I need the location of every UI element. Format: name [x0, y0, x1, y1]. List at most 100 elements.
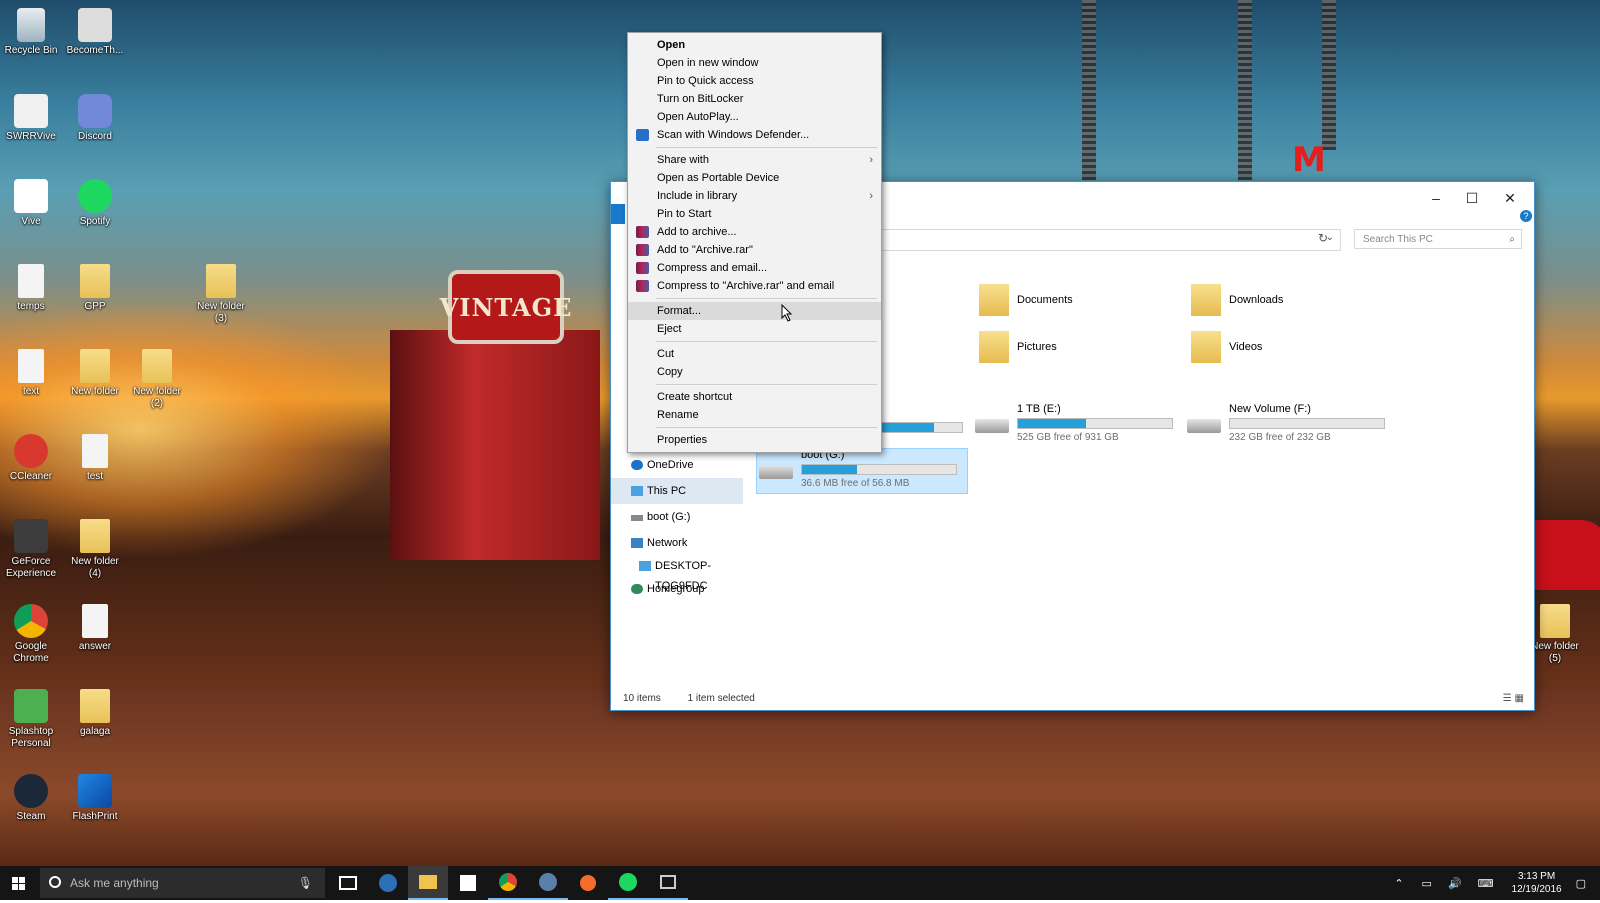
maximize-button[interactable]: ☐: [1457, 188, 1487, 208]
menu-item-copy[interactable]: Copy: [628, 363, 881, 381]
menu-item-compress-email[interactable]: Compress and email...: [628, 259, 881, 277]
taskbar-app-origin[interactable]: [568, 866, 608, 900]
menu-item-eject[interactable]: Eject: [628, 320, 881, 338]
nav-item-boot-g[interactable]: boot (G:): [611, 504, 743, 530]
details-view-icon[interactable]: ☰: [1503, 693, 1512, 704]
desktop-icon-spotify[interactable]: Spotify: [64, 179, 126, 228]
chevron-right-icon: ›: [869, 154, 873, 166]
desktop-icon-gpp[interactable]: GPP: [64, 264, 126, 313]
desktop-icon-geforce[interactable]: GeForce Experience: [0, 519, 62, 580]
menu-item-cut[interactable]: Cut: [628, 345, 881, 363]
menu-item-format[interactable]: Format...: [628, 302, 881, 320]
menu-item-add-archive[interactable]: Add to archive...: [628, 223, 881, 241]
desktop-icon-new-folder[interactable]: New folder: [64, 349, 126, 398]
taskbar-app-edge[interactable]: [368, 866, 408, 900]
desktop-icon-label: Recycle Bin: [4, 45, 58, 56]
context-menu: Open Open in new window Pin to Quick acc…: [627, 32, 882, 453]
desktop-icon-answer[interactable]: answer: [64, 604, 126, 653]
cortana-search-box[interactable]: Ask me anything 🎙: [40, 868, 325, 898]
menu-item-pin-quick-access[interactable]: Pin to Quick access: [628, 72, 881, 90]
wallpaper-vintage-sign: VINTAGE: [440, 270, 571, 344]
desktop-icon-steam[interactable]: Steam: [0, 774, 62, 823]
flashprint-icon: [78, 774, 112, 808]
menu-item-bitlocker[interactable]: Turn on BitLocker: [628, 90, 881, 108]
menu-item-include-library[interactable]: Include in library ›: [628, 187, 881, 205]
minimize-button[interactable]: –: [1421, 188, 1451, 208]
start-button[interactable]: [0, 866, 38, 900]
view-toggle: ☰ ▦: [1503, 693, 1524, 704]
folder-pictures[interactable]: Pictures: [979, 329, 1179, 369]
desktop-icon-new-folder-2[interactable]: New folder (2): [126, 349, 188, 410]
chrome-icon: [14, 604, 48, 638]
desktop-icon-recycle-bin[interactable]: Recycle Bin: [0, 8, 62, 57]
explorer-file-tab[interactable]: [611, 204, 625, 224]
chevron-up-icon[interactable]: ⌃: [1394, 877, 1403, 890]
desktop-icon-vive[interactable]: Vive: [0, 179, 62, 228]
menu-item-pin-start[interactable]: Pin to Start: [628, 205, 881, 223]
search-input[interactable]: Search This PC ⌕: [1354, 229, 1522, 249]
menu-item-scan-defender[interactable]: Scan with Windows Defender...: [628, 126, 881, 144]
desktop-icon-ccleaner[interactable]: CCleaner: [0, 434, 62, 483]
menu-item-compress-rar-email[interactable]: Compress to "Archive.rar" and email: [628, 277, 881, 295]
drive-tile-e[interactable]: 1 TB (E:) 525 GB free of 931 GB: [973, 403, 1183, 447]
menu-item-rename[interactable]: Rename: [628, 406, 881, 424]
origin-icon: [580, 875, 596, 891]
menu-item-properties[interactable]: Properties: [628, 431, 881, 449]
menu-item-create-shortcut[interactable]: Create shortcut: [628, 388, 881, 406]
drive-tile-f[interactable]: New Volume (F:) 232 GB free of 232 GB: [1185, 403, 1395, 447]
network-tray-icon[interactable]: ▭: [1422, 877, 1432, 890]
desktop-icon-label: answer: [78, 641, 112, 652]
keyboard-icon[interactable]: ⌨: [1478, 877, 1494, 890]
folder-documents[interactable]: Documents: [979, 282, 1179, 322]
microphone-icon[interactable]: 🎙: [298, 868, 313, 898]
menu-item-portable-device[interactable]: Open as Portable Device: [628, 169, 881, 187]
desktop-icon-splashtop[interactable]: Splashtop Personal: [0, 689, 62, 750]
taskbar-app-vr[interactable]: [648, 866, 688, 900]
desktop-icon-new-folder-3[interactable]: New folder (3): [190, 264, 252, 325]
menu-item-share-with[interactable]: Share with ›: [628, 151, 881, 169]
folder-videos[interactable]: Videos: [1191, 329, 1391, 369]
desktop-icon-test[interactable]: test: [64, 434, 126, 483]
taskbar-app-store[interactable]: [448, 866, 488, 900]
nav-item-homegroup[interactable]: Homegroup: [611, 576, 743, 602]
menu-item-open[interactable]: Open: [628, 36, 881, 54]
folder-downloads[interactable]: Downloads: [1191, 282, 1391, 322]
winrar-icon: [636, 280, 649, 292]
winrar-icon: [636, 244, 649, 256]
large-icons-view-icon[interactable]: ▦: [1515, 693, 1524, 704]
nav-item-network[interactable]: Network: [611, 530, 743, 556]
help-icon[interactable]: ?: [1520, 210, 1532, 222]
menu-item-label: Compress and email...: [657, 262, 768, 274]
desktop-icon-new-folder-4[interactable]: New folder (4): [64, 519, 126, 580]
menu-item-open-new-window[interactable]: Open in new window: [628, 54, 881, 72]
drive-tile-g-selected[interactable]: boot (G:) 36.6 MB free of 56.8 MB: [756, 448, 968, 494]
desktop-icon-chrome[interactable]: Google Chrome: [0, 604, 62, 665]
desktop-icon-flashprint[interactable]: FlashPrint: [64, 774, 126, 823]
task-view-button[interactable]: [328, 866, 368, 900]
desktop-icon-temps[interactable]: temps: [0, 264, 62, 313]
action-center-icon[interactable]: ▢: [1576, 877, 1586, 890]
taskbar-app-spotify[interactable]: [608, 866, 648, 900]
menu-item-label: Scan with Windows Defender...: [657, 129, 810, 141]
desktop-icon-discord[interactable]: Discord: [64, 94, 126, 143]
close-button[interactable]: ✕: [1495, 188, 1525, 208]
address-bar[interactable]: ⌄: [881, 229, 1341, 251]
menu-item-autoplay[interactable]: Open AutoPlay...: [628, 108, 881, 126]
nav-item-onedrive[interactable]: OneDrive: [611, 452, 743, 478]
desktop-icon-galaga[interactable]: galaga: [64, 689, 126, 738]
nav-item-this-pc[interactable]: This PC: [611, 478, 743, 504]
clock[interactable]: 3:13 PM 12/19/2016: [1512, 870, 1562, 896]
desktop-icon-label: text: [22, 386, 40, 397]
spotify-icon: [619, 873, 637, 891]
desktop-icon-text[interactable]: text: [0, 349, 62, 398]
volume-icon[interactable]: 🔊: [1448, 877, 1462, 890]
menu-item-add-archive-rar[interactable]: Add to "Archive.rar": [628, 241, 881, 259]
desktop-icon-swrrvive[interactable]: SWRRVive: [0, 94, 62, 143]
taskbar-app-file-explorer[interactable]: [408, 866, 448, 900]
taskbar-app-steam[interactable]: [528, 866, 568, 900]
taskbar-app-chrome[interactable]: [488, 866, 528, 900]
desktop-icon-becometh[interactable]: BecomeTh...: [64, 8, 126, 57]
windows-logo-icon: [12, 877, 25, 890]
nav-item-desktop-pc[interactable]: DESKTOP-TQG9FDC: [611, 556, 743, 592]
refresh-icon[interactable]: ↻: [1318, 231, 1328, 245]
